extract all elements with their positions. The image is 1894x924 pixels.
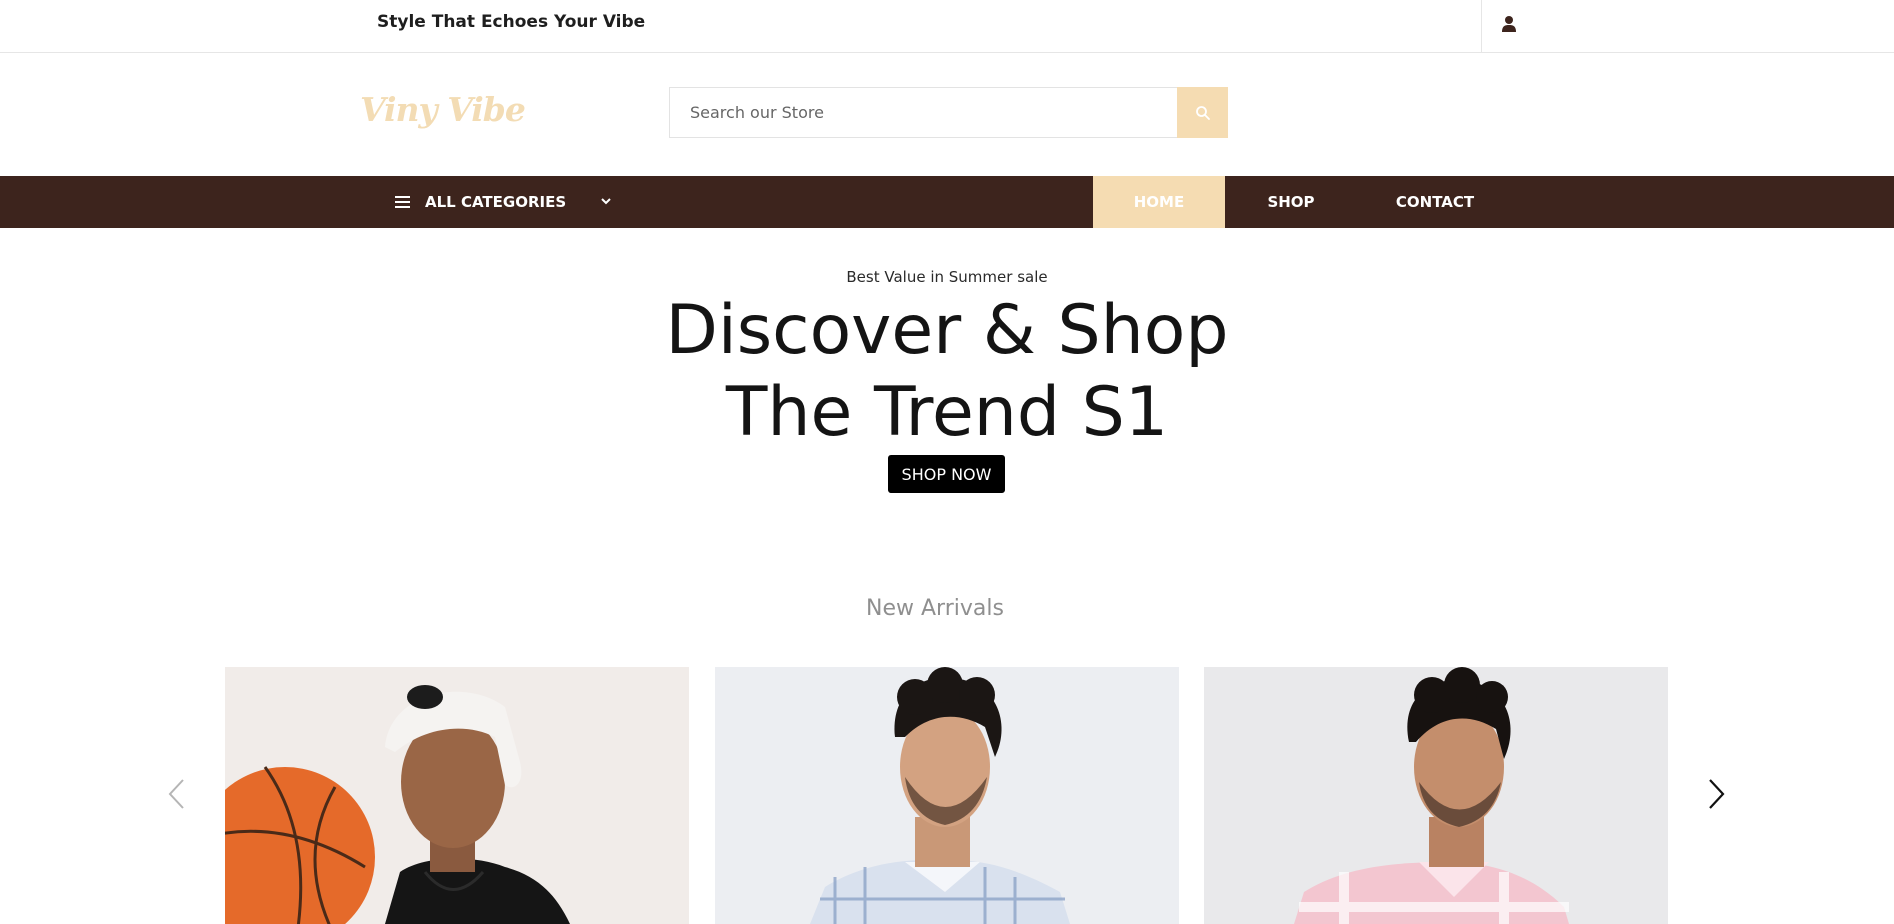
search-button[interactable] bbox=[1177, 87, 1228, 138]
new-arrivals-title: New Arrivals bbox=[866, 596, 1004, 621]
hero-title: Discover & Shop The Trend S1 bbox=[0, 290, 1894, 454]
top-bar: Style That Echoes Your Vibe bbox=[0, 0, 1894, 53]
carousel-prev-button[interactable] bbox=[165, 777, 189, 811]
carousel-next-button[interactable] bbox=[1704, 777, 1728, 811]
product-image bbox=[225, 667, 689, 924]
all-categories-label: ALL CATEGORIES bbox=[425, 193, 567, 211]
all-categories-dropdown[interactable]: ALL CATEGORIES bbox=[395, 176, 620, 228]
product-image bbox=[1204, 667, 1668, 924]
product-card[interactable] bbox=[715, 667, 1179, 924]
nav-shop[interactable]: SHOP bbox=[1225, 176, 1357, 228]
search-icon bbox=[1195, 105, 1210, 120]
hero-kicker: Best Value in Summer sale bbox=[846, 268, 1048, 286]
chevron-left-icon bbox=[168, 779, 184, 809]
nav-contact[interactable]: CONTACT bbox=[1357, 176, 1513, 228]
product-image bbox=[715, 667, 1179, 924]
tagline: Style That Echoes Your Vibe bbox=[377, 12, 646, 32]
main-nav: ALL CATEGORIES HOME SHOP CONTACT bbox=[0, 176, 1894, 228]
user-icon bbox=[1502, 16, 1516, 32]
chevron-right-icon bbox=[1709, 779, 1725, 809]
nav-home[interactable]: HOME bbox=[1093, 176, 1225, 228]
product-card[interactable] bbox=[225, 667, 689, 924]
shop-now-button[interactable]: SHOP NOW bbox=[888, 455, 1005, 493]
product-card[interactable] bbox=[1204, 667, 1668, 924]
chevron-down-icon bbox=[601, 198, 611, 205]
hero-title-line-2: The Trend S1 bbox=[725, 373, 1169, 452]
hamburger-icon bbox=[395, 196, 410, 208]
search-bar bbox=[669, 87, 1228, 138]
divider bbox=[1481, 0, 1482, 53]
account-button[interactable] bbox=[1499, 14, 1519, 34]
site-logo[interactable]: Viny Vibe bbox=[360, 90, 526, 129]
hero-title-line-1: Discover & Shop bbox=[665, 291, 1229, 370]
search-input[interactable] bbox=[670, 88, 1177, 137]
